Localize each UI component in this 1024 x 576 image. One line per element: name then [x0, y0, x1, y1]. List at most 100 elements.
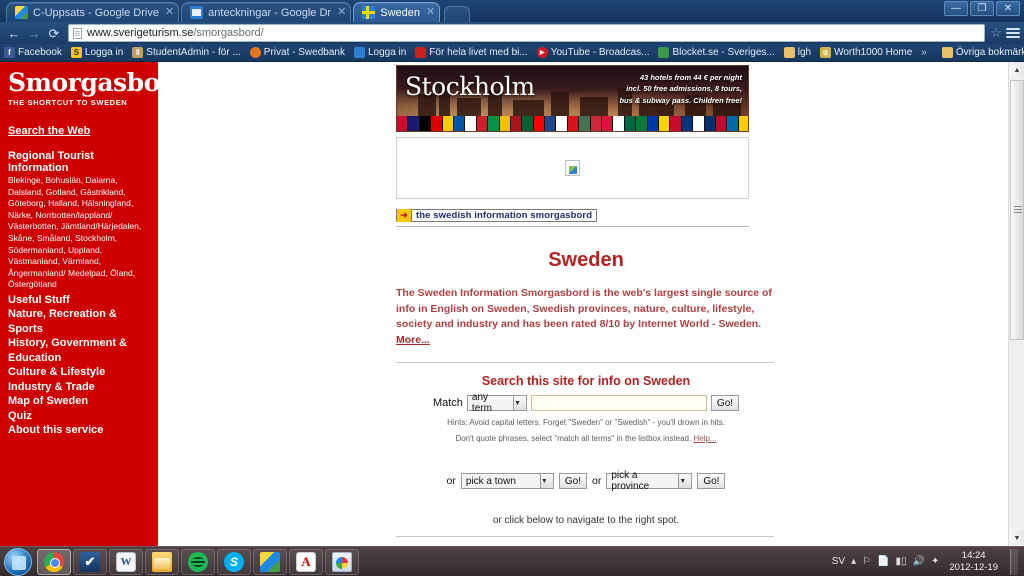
bookmark-youtube[interactable]: ▶ YouTube - Broadcas...: [536, 47, 649, 58]
language-flag-icon[interactable]: [738, 116, 748, 131]
sidebar-item-about-this-service[interactable]: About this service: [8, 423, 152, 438]
close-icon[interactable]: ✕: [337, 7, 346, 18]
update-icon[interactable]: ✦: [931, 556, 939, 567]
language-flag-icon[interactable]: [442, 116, 454, 131]
restore-button[interactable]: ❐: [970, 1, 994, 16]
language-flag-icon[interactable]: [556, 116, 568, 131]
language-indicator[interactable]: SV: [832, 556, 845, 567]
minimize-button[interactable]: —: [944, 1, 968, 16]
language-flag-icon[interactable]: [693, 116, 705, 131]
new-tab-button[interactable]: [444, 6, 471, 22]
search-go-button[interactable]: Go!: [710, 395, 740, 412]
network-icon[interactable]: ▮▯: [896, 556, 907, 567]
sidebar-province-list[interactable]: Blekinge, Bohuslän, Dalarna, Dalsland, G…: [8, 175, 152, 290]
clock[interactable]: 14:24 2012-12-19: [949, 550, 998, 574]
close-icon[interactable]: ✕: [426, 7, 435, 18]
forward-icon[interactable]: →: [24, 24, 44, 42]
reload-icon[interactable]: ⟳: [44, 24, 64, 42]
word-taskbar-icon[interactable]: W: [109, 548, 143, 575]
language-flag-icon[interactable]: [453, 116, 466, 131]
scroll-up-icon[interactable]: ▲: [1009, 62, 1024, 78]
action-center-icon[interactable]: 📄: [877, 556, 889, 567]
adobe-reader-taskbar-icon[interactable]: A: [289, 548, 323, 575]
stockholm-banner-ad[interactable]: Stockholm 43 hotels from 44 € per night …: [396, 65, 749, 132]
language-flag-icon[interactable]: [419, 116, 432, 131]
show-desktop-button[interactable]: [1010, 548, 1018, 575]
scroll-down-icon[interactable]: ▼: [1009, 530, 1024, 546]
sidebar-item-nature-recreation-sports[interactable]: Nature, Recreation & Sports: [8, 307, 152, 336]
explorer-taskbar-icon[interactable]: [145, 548, 179, 575]
sidebar-item-map-of-sweden[interactable]: Map of Sweden: [8, 394, 152, 409]
smorgasbord-ribbon[interactable]: ➜ the swedish information smorgasbord: [396, 209, 598, 222]
chrome-taskbar-icon[interactable]: [37, 548, 71, 575]
language-flag-icon[interactable]: [533, 116, 546, 131]
bookmark-star-icon[interactable]: ☆: [990, 25, 1002, 41]
bookmark-blocket[interactable]: Blocket.se - Sveriges...: [658, 47, 775, 58]
google-drive-taskbar-icon[interactable]: [253, 548, 287, 575]
sidebar-item-quiz[interactable]: Quiz: [8, 409, 152, 424]
close-window-button[interactable]: ✕: [996, 1, 1020, 16]
match-select[interactable]: any term ▼: [466, 392, 527, 414]
language-flag-icon[interactable]: [613, 116, 625, 131]
help-link[interactable]: Help...: [693, 434, 716, 443]
sidebar-item-history-government-education[interactable]: History, Government & Education: [8, 336, 152, 365]
town-select[interactable]: pick a town ▼: [460, 473, 554, 490]
town-go-button[interactable]: Go!: [558, 473, 587, 490]
language-flag-icon[interactable]: [476, 116, 489, 131]
bookmark-ica[interactable]: För hela livet med bi...: [415, 47, 528, 58]
more-link[interactable]: More...: [396, 334, 430, 346]
skype-taskbar-icon[interactable]: S: [217, 548, 251, 575]
scrollbar-thumb[interactable]: [1010, 80, 1024, 340]
language-flag-icon[interactable]: [522, 116, 534, 131]
language-flag-icon[interactable]: [727, 116, 739, 131]
language-flag-icon[interactable]: [647, 116, 659, 131]
tab-sweden[interactable]: Sweden ✕: [353, 2, 441, 22]
bookmark-worth1000[interactable]: ♔ Worth1000 Home: [820, 47, 912, 58]
address-bar[interactable]: www.sverigeturism.se /smorgasbord/: [68, 24, 986, 42]
bookmark-logga-in-1[interactable]: S Logga in: [70, 47, 123, 58]
back-icon[interactable]: ←: [4, 24, 24, 42]
page-scrollbar[interactable]: ▲ ▼: [1008, 62, 1024, 546]
paint-taskbar-icon[interactable]: [325, 548, 359, 575]
language-flag-icon[interactable]: [590, 116, 603, 131]
language-flag-icon[interactable]: [624, 116, 637, 131]
tab-c-uppsats[interactable]: C-Uppsats - Google Drive ✕: [6, 2, 180, 22]
language-flag-icon[interactable]: [704, 116, 716, 131]
language-flag-icon[interactable]: [636, 116, 648, 131]
language-flag-icon[interactable]: [670, 116, 682, 131]
chrome-menu-icon[interactable]: [1006, 26, 1020, 40]
language-flags-row[interactable]: [397, 116, 748, 131]
bookmark-studentadmin[interactable]: ‖ StudentAdmin - för ...: [132, 47, 241, 58]
sidebar-item-useful-stuff[interactable]: Useful Stuff: [8, 293, 152, 308]
sidebar-item-search-the-web[interactable]: Search the Web: [8, 125, 152, 137]
province-go-button[interactable]: Go!: [697, 473, 726, 490]
tab-anteckningar[interactable]: anteckningar - Google Dr ✕: [181, 2, 352, 22]
volume-icon[interactable]: 🔊: [913, 556, 925, 567]
start-orb-icon[interactable]: [4, 547, 32, 576]
language-flag-icon[interactable]: [499, 116, 511, 131]
language-flag-icon[interactable]: [715, 116, 728, 131]
language-flag-icon[interactable]: [397, 116, 409, 131]
sidebar-item-industry-trade[interactable]: Industry & Trade: [8, 380, 152, 395]
province-select[interactable]: pick a province ▼: [606, 470, 693, 492]
language-flag-icon[interactable]: [545, 116, 557, 131]
bookmark-swedbank[interactable]: Privat - Swedbank: [249, 47, 345, 58]
bookmark-logga-in-2[interactable]: Logga in: [353, 47, 406, 58]
spotify-taskbar-icon[interactable]: [181, 548, 215, 575]
bookmark-lgh[interactable]: lgh: [783, 47, 811, 58]
language-flag-icon[interactable]: [488, 116, 500, 131]
language-flag-icon[interactable]: [658, 116, 671, 131]
check-app-taskbar-icon[interactable]: ✔: [73, 548, 107, 575]
language-flag-icon[interactable]: [431, 116, 443, 131]
search-input[interactable]: [530, 395, 707, 412]
show-hidden-icons-icon[interactable]: ▴: [851, 556, 856, 567]
close-icon[interactable]: ✕: [165, 7, 174, 18]
language-flag-icon[interactable]: [602, 116, 614, 131]
bookmark-facebook[interactable]: f Facebook: [4, 47, 62, 58]
language-flag-icon[interactable]: [567, 116, 580, 131]
sidebar-item-culture-lifestyle[interactable]: Culture & Lifestyle: [8, 365, 152, 380]
language-flag-icon[interactable]: [681, 116, 694, 131]
language-flag-icon[interactable]: [579, 116, 591, 131]
flag-icon[interactable]: ⚐: [862, 556, 871, 567]
bookmarks-overflow-icon[interactable]: »: [921, 47, 927, 58]
